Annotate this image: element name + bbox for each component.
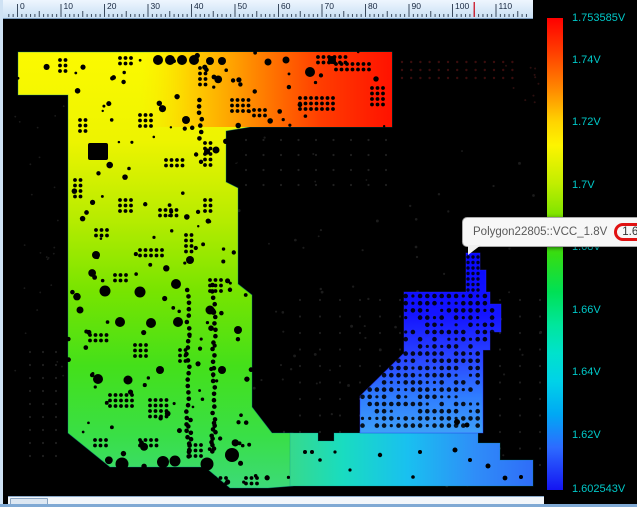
pcb-canvas[interactable] <box>3 18 637 496</box>
voltage-map-window: 0 10 20 30 40 50 60 70 80 90 100 110 1.753585V 1.74V… <box>0 0 637 507</box>
ruler-tick-label: 100 <box>455 1 469 11</box>
voltage-scale-label: 1.72V <box>572 116 601 128</box>
ruler-tick-label: 50 <box>238 1 248 11</box>
ruler-tick-label: 110 <box>499 1 513 11</box>
ruler-tick-label: 40 <box>194 1 204 11</box>
ruler-tick-label: 20 <box>107 1 117 11</box>
voltage-scale-label: 1.64V <box>572 366 601 378</box>
ruler-tick-label: 30 <box>151 1 161 11</box>
probe-voltage-value: 1.60439V <box>614 223 637 241</box>
ruler-tick-label: 90 <box>412 1 422 11</box>
voltage-color-scale <box>547 18 563 490</box>
ruler-tick-label: 70 <box>325 1 335 11</box>
ruler-tick-label: 10 <box>64 1 74 11</box>
horizontal-ruler: 0 10 20 30 40 50 60 70 80 90 100 110 <box>3 0 533 19</box>
ruler-tick-label: 80 <box>368 1 378 11</box>
ruler-tick-label: 0 <box>20 1 25 11</box>
window-left-border <box>0 0 3 507</box>
ruler-tick-label: 60 <box>281 1 291 11</box>
probe-tooltip: Polygon22805::VCC_1.8V 1.60439V <box>462 217 637 247</box>
tooltip-pointer <box>468 245 481 255</box>
plane-polygon-bga[interactable] <box>360 253 501 433</box>
pcb-voltage-heatmap[interactable] <box>3 18 637 496</box>
voltage-scale-label: 1.66V <box>572 304 601 316</box>
voltage-scale-label: 1.602543V <box>572 483 625 495</box>
plane-arm-bottom[interactable] <box>290 433 533 486</box>
voltage-scale-label: 1.7V <box>572 179 595 191</box>
probe-net-label: Polygon22805::VCC_1.8V <box>473 226 607 238</box>
voltage-scale-label: 1.62V <box>572 429 601 441</box>
voltage-scale-label: 1.753585V <box>572 12 625 24</box>
voltage-scale-label: 1.74V <box>572 54 601 66</box>
